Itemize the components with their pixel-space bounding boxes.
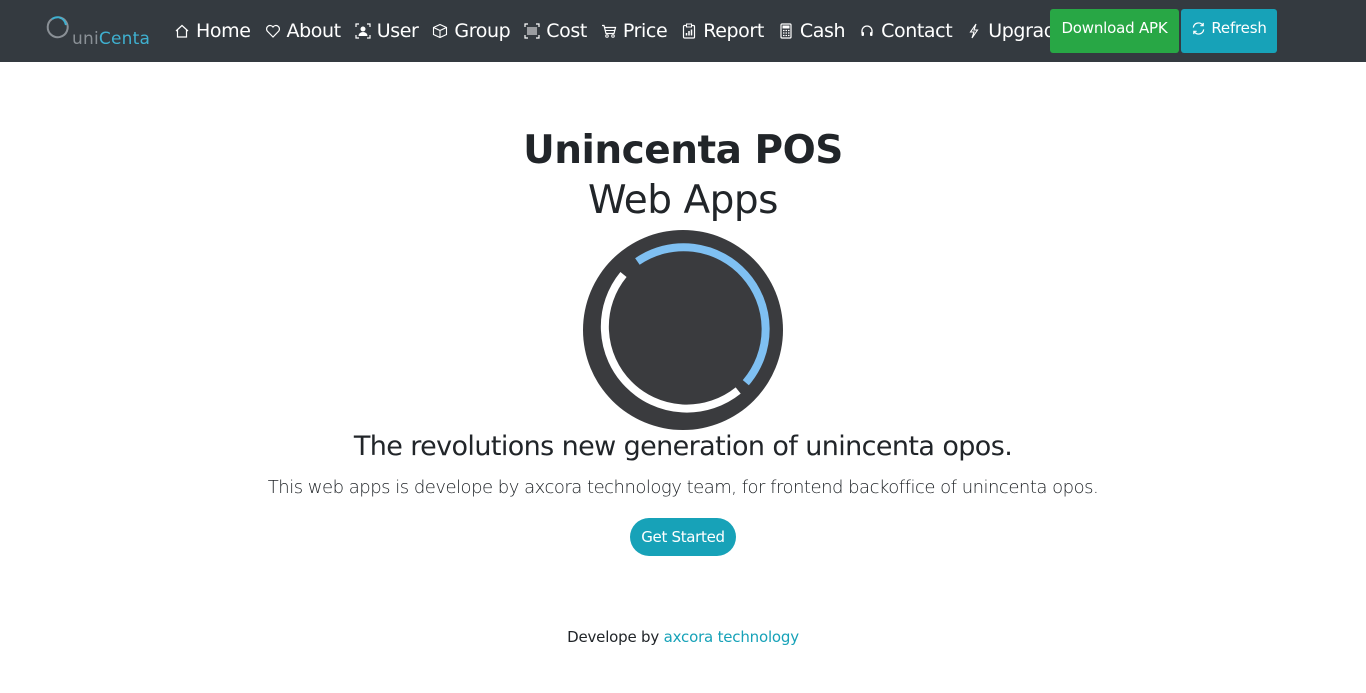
nav-label: Price — [622, 20, 668, 42]
nav-label: Cost — [546, 20, 587, 42]
barcode-icon — [524, 23, 540, 39]
refresh-button[interactable]: Refresh — [1181, 9, 1277, 53]
box-icon — [432, 23, 448, 39]
refresh-icon — [1191, 21, 1206, 36]
unicenta-logo-icon — [583, 230, 783, 430]
footer-prefix: Develope by — [567, 628, 660, 646]
report-icon — [681, 23, 697, 39]
nav-item-home[interactable]: Home — [174, 20, 251, 42]
nav-label: Group — [454, 20, 511, 42]
brand-suffix: Centa — [98, 29, 151, 49]
get-started-label: Get Started — [641, 528, 725, 546]
get-started-button[interactable]: Get Started — [630, 518, 736, 556]
nav-label: Contact — [881, 20, 953, 42]
nav-item-contact[interactable]: Contact — [859, 20, 953, 42]
nav-item-group[interactable]: Group — [432, 20, 511, 42]
footer: Develope by axcora technology — [0, 628, 1366, 646]
hero-tagline: The revolutions new generation of unince… — [353, 431, 1013, 462]
footer-link[interactable]: axcora technology — [664, 628, 799, 646]
lightning-icon — [966, 23, 982, 39]
brand-prefix: uni — [72, 29, 99, 49]
calculator-icon — [778, 23, 794, 39]
navbar: uniCenta Home About User Group Cost Pric… — [0, 0, 1366, 62]
nav-item-cost[interactable]: Cost — [524, 20, 587, 42]
nav-menu: Home About User Group Cost Price Report — [174, 0, 1081, 62]
hero-subtitle: Web Apps — [588, 178, 778, 223]
hero-description: This web apps is develope by axcora tech… — [267, 477, 1099, 498]
download-apk-button[interactable]: Download APK — [1050, 9, 1179, 53]
home-icon — [174, 23, 190, 39]
headset-icon — [859, 23, 875, 39]
nav-item-user[interactable]: User — [355, 20, 419, 42]
brand-ring-icon — [46, 16, 69, 39]
hero-title: Unincenta POS — [523, 128, 843, 173]
refresh-label: Refresh — [1211, 19, 1267, 37]
user-icon — [355, 23, 371, 39]
nav-label: User — [376, 20, 419, 42]
download-apk-label: Download APK — [1061, 19, 1168, 37]
nav-item-report[interactable]: Report — [681, 20, 764, 42]
nav-item-cash[interactable]: Cash — [778, 20, 846, 42]
cart-icon — [601, 23, 617, 39]
heart-icon — [265, 23, 281, 39]
nav-label: Cash — [799, 20, 846, 42]
nav-label: About — [286, 20, 342, 42]
nav-label: Home — [196, 20, 251, 42]
brand-name: uniCenta — [72, 29, 150, 49]
nav-item-price[interactable]: Price — [601, 20, 668, 42]
nav-item-about[interactable]: About — [265, 20, 341, 42]
nav-label: Report — [703, 20, 764, 42]
brand-logo[interactable]: uniCenta — [44, 14, 150, 50]
